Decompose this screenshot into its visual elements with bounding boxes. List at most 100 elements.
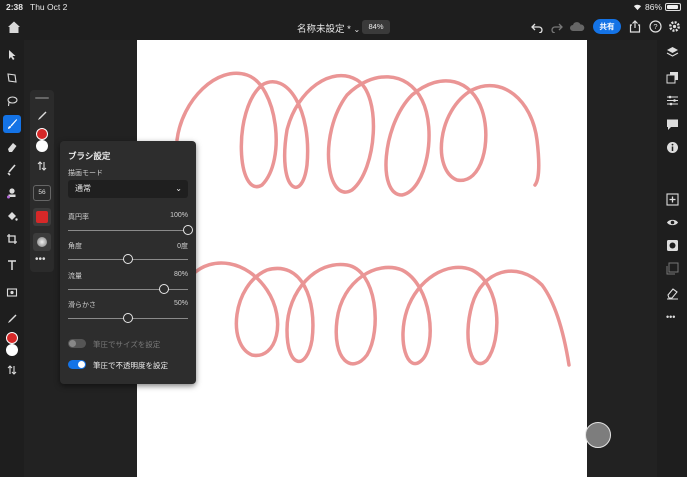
pressure-size-toggle[interactable] [68, 339, 86, 348]
select-tool[interactable] [3, 46, 21, 64]
angle-slider[interactable] [68, 254, 188, 264]
more-options-icon[interactable]: ••• [35, 255, 46, 265]
slider-label-roundness: 真円率 [68, 214, 89, 221]
left-toolbar [0, 40, 24, 477]
undo-icon[interactable] [531, 21, 543, 33]
eraser-icon [8, 143, 17, 152]
mask-icon[interactable] [666, 239, 679, 252]
slider-value-smoothing: 50% [173, 300, 188, 307]
brush-color-swatch [36, 211, 48, 223]
arrow-cursor-icon [9, 50, 16, 60]
eyedropper-icon[interactable] [36, 110, 48, 122]
status-right: 86% [633, 2, 681, 12]
share-button[interactable]: 共有 [593, 19, 621, 34]
flow-slider[interactable] [68, 284, 188, 294]
canvas[interactable] [137, 40, 587, 477]
roundness-slider-knob[interactable] [183, 225, 193, 235]
stroke-spiral-bottom [190, 261, 571, 367]
blend-mode-label: 描画モード [68, 170, 103, 177]
battery-icon [665, 3, 681, 11]
swap-arrows-icon[interactable] [36, 160, 48, 172]
lasso-tool[interactable] [3, 92, 21, 110]
zoom-level-button[interactable]: 84% [362, 20, 390, 34]
place-image-tool[interactable] [3, 283, 21, 301]
layer-stack-icon[interactable] [666, 71, 679, 84]
battery-percent: 86% [644, 2, 662, 12]
svg-text:?: ? [653, 22, 657, 31]
brush-color-button[interactable] [33, 208, 51, 226]
transform-tool[interactable] [3, 69, 21, 87]
blend-mode-select[interactable]: 通常 ⌄ [68, 180, 188, 198]
text-t-icon [8, 260, 16, 270]
gear-icon[interactable] [668, 20, 681, 33]
smoothing-slider[interactable] [68, 313, 188, 323]
slider-label-smoothing: 滑らかさ [68, 302, 96, 309]
strip-foreground-color[interactable] [36, 128, 48, 140]
brush-icon [8, 119, 17, 129]
swap-colors-button[interactable] [3, 361, 21, 379]
flow-slider-knob[interactable] [159, 284, 169, 294]
stroke-spiral-top [175, 71, 541, 197]
image-icon [6, 288, 18, 297]
clipping-mask-icon[interactable] [666, 262, 679, 275]
smudge-tool[interactable] [3, 161, 21, 179]
help-icon[interactable]: ? [649, 20, 662, 33]
pressure-opacity-label: 筆圧で不透明度を設定 [93, 361, 168, 370]
panel-title: ブラシ設定 [68, 151, 111, 161]
drag-handle[interactable] [35, 97, 49, 99]
crop-tool[interactable] [3, 230, 21, 248]
angle-slider-knob[interactable] [123, 254, 133, 264]
info-icon[interactable] [666, 141, 679, 154]
eraser-tool[interactable] [3, 138, 21, 156]
right-toolbar: ••• [657, 40, 687, 477]
smoothing-slider-knob[interactable] [123, 313, 133, 323]
type-tool[interactable] [3, 256, 21, 274]
export-icon[interactable] [629, 20, 641, 33]
layers-icon[interactable] [666, 46, 679, 59]
brush-options-strip: 56 ••• [30, 90, 54, 272]
pressure-opacity-toggle[interactable] [68, 360, 86, 369]
wifi-icon [633, 4, 642, 11]
toggle-knob [69, 340, 76, 347]
background-color-swatch[interactable] [6, 344, 18, 356]
pressure-size-label: 筆圧でサイズを設定 [93, 340, 161, 349]
crop-icon [7, 234, 17, 244]
transform-icon [7, 73, 17, 83]
slider-value-roundness: 100% [170, 212, 188, 219]
eraser-layer-icon[interactable] [666, 287, 679, 300]
touch-shortcut-button[interactable] [585, 422, 611, 448]
slider-value-angle: 0度 [177, 243, 188, 250]
comment-icon[interactable] [666, 118, 679, 131]
document-title-text: 名称未設定 * [297, 24, 351, 35]
canvas-strokes [175, 71, 571, 367]
home-icon[interactable] [6, 19, 22, 35]
brush-size-value[interactable]: 56 [33, 185, 51, 201]
brush-tip-button[interactable] [33, 233, 51, 251]
foreground-color-swatch[interactable] [6, 332, 18, 344]
cloud-icon[interactable] [569, 21, 585, 33]
stamp-icon [7, 188, 16, 199]
document-title[interactable]: 名称未設定 * ⌄ [297, 21, 360, 35]
status-date: Thu Oct 2 [30, 2, 68, 12]
slider-label-flow: 流量 [68, 273, 82, 280]
top-bar: 名称未設定 * ⌄ 84% 共有 ? [0, 14, 687, 40]
roundness-slider[interactable] [68, 225, 193, 235]
brush-tip-preview [37, 237, 47, 247]
adjustments-icon[interactable] [666, 94, 679, 107]
eyedropper-tool[interactable] [3, 310, 21, 328]
strip-background-color[interactable] [36, 140, 48, 152]
paint-bucket-icon [8, 212, 18, 221]
clone-stamp-tool[interactable] [3, 184, 21, 202]
brush-tool[interactable] [3, 115, 21, 133]
lasso-icon [7, 96, 18, 107]
swap-arrows-icon [7, 365, 17, 375]
blend-mode-value: 通常 [75, 184, 91, 193]
visibility-eye-icon[interactable] [666, 216, 679, 229]
brush-settings-panel: ブラシ設定 描画モード 通常 ⌄ 真円率 100% 角度 0度 流量 80% 滑… [60, 141, 196, 384]
more-layer-options-icon[interactable]: ••• [666, 313, 675, 322]
eyedropper-icon [8, 314, 17, 323]
chevron-down-icon: ⌄ [353, 25, 361, 34]
add-layer-icon[interactable] [666, 193, 679, 206]
redo-icon[interactable] [551, 21, 563, 33]
fill-tool[interactable] [3, 207, 21, 225]
